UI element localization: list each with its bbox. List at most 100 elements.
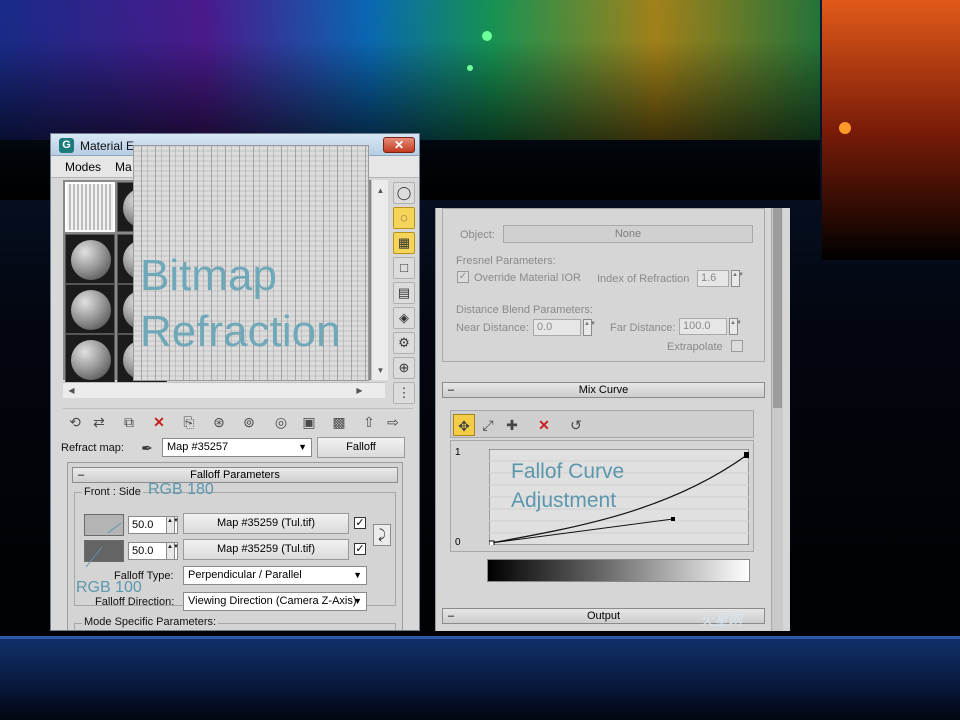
background-checker-icon[interactable]: ▦ (393, 232, 415, 254)
curve-point-end[interactable] (744, 452, 749, 458)
falloff-parameters-header[interactable]: – Falloff Parameters (72, 467, 398, 483)
output-title: Output (586, 610, 621, 622)
sample-uv-icon[interactable]: □ (393, 257, 415, 279)
delete-point-icon[interactable]: ✕ (533, 414, 555, 436)
collapse-icon: – (448, 610, 455, 622)
near-distance-label: Near Distance: (456, 322, 529, 334)
spinner-arrows-icon[interactable]: ▲▼ (166, 516, 179, 534)
falloff-settings-panel: Object: None Fresnel Parameters: ✓ Overr… (435, 208, 790, 631)
falloff-direction-label: Falloff Direction: (95, 596, 175, 608)
sample-slot[interactable] (65, 182, 115, 232)
close-button[interactable]: ✕ (383, 137, 415, 153)
side-color-swatch[interactable] (84, 540, 124, 562)
options-icon[interactable]: ⚙ (393, 332, 415, 354)
menu-material[interactable]: Ma (115, 160, 132, 174)
copy-icon[interactable]: ⎘ (179, 412, 199, 432)
curve-toolbar: ✥ ⤢ ✚ ✕ ↺ (450, 410, 754, 438)
site-watermark: 火星网 (700, 612, 742, 628)
chevron-down-icon: ▼ (353, 596, 362, 606)
curve-handle-point[interactable] (671, 517, 675, 521)
insert-point-icon[interactable]: ✚ (501, 414, 523, 436)
refract-map-label: Refract map: (61, 442, 124, 454)
scroll-left-arrow-icon[interactable]: ◀ (63, 382, 80, 399)
eyedropper-icon[interactable]: ✒ (137, 438, 157, 458)
delete-icon[interactable]: ✕ (149, 412, 169, 432)
select-by-material-icon[interactable]: ⊕ (393, 357, 415, 379)
front-map-button[interactable]: Map #35259 (Tul.tif) (183, 513, 349, 534)
side-map-checkbox[interactable]: ✓ (354, 543, 366, 555)
sample-type-icon[interactable]: ◯ (393, 182, 415, 204)
go-parent-icon[interactable]: ⇧ (359, 412, 379, 432)
mix-curve-header[interactable]: – Mix Curve (442, 382, 765, 398)
map-type-button[interactable]: Falloff (317, 437, 405, 458)
scroll-up-arrow-icon[interactable]: ▲ (372, 182, 389, 199)
scale-point-icon[interactable]: ⤢ (477, 414, 499, 436)
sample-slot[interactable] (65, 234, 115, 284)
unique-icon[interactable]: ⊛ (209, 412, 229, 432)
front-map-checkbox[interactable]: ✓ (354, 517, 366, 529)
put-to-scene-icon[interactable]: ⇄ (89, 412, 109, 432)
falloff-direction-dropdown[interactable]: Viewing Direction (Camera Z-Axis) ▼ (183, 592, 367, 611)
show-map-icon[interactable]: ▣ (299, 412, 319, 432)
material-id-icon[interactable]: ◎ (271, 412, 291, 432)
material-navigator-icon[interactable]: ⋮ (393, 382, 415, 404)
ior-spinner[interactable]: 1.6 (697, 270, 729, 287)
bitmap-preview: Bitmap Refraction (133, 145, 369, 381)
put-library-icon[interactable]: ⊚ (239, 412, 259, 432)
chevron-down-icon: ▼ (353, 570, 362, 580)
near-distance-spinner[interactable]: 0.0 (533, 319, 581, 336)
refract-map-row: Refract map: ✒ Map #35257 ▼ Falloff (51, 436, 419, 460)
sample-slot[interactable] (65, 334, 115, 384)
spinner-arrows-icon[interactable]: ▲▼ (729, 318, 742, 335)
panel-scrollbar[interactable] (771, 208, 783, 631)
window-title: Material E (80, 139, 135, 153)
falloff-parameters-rollout: – Falloff Parameters Front : Side 50.0 ▲… (67, 462, 403, 630)
video-color-check-icon[interactable]: ▤ (393, 282, 415, 304)
side-map-button[interactable]: Map #35259 (Tul.tif) (183, 539, 349, 560)
object-pick-button[interactable]: None (503, 225, 753, 243)
move-point-icon[interactable]: ✥ (453, 414, 475, 436)
show-end-result-icon[interactable]: ▩ (329, 412, 349, 432)
go-sibling-icon[interactable]: ⇨ (383, 412, 403, 432)
mode-specific-label: Mode Specific Parameters: (82, 616, 219, 628)
sample-slot[interactable] (65, 284, 115, 334)
falloff-type-dropdown[interactable]: Perpendicular / Parallel ▼ (183, 566, 367, 585)
side-toolbar: ◯ ◌ ▦ □ ▤ ◈ ⚙ ⊕ ⋮ (391, 182, 417, 404)
app-icon: G (59, 138, 74, 153)
scrollbar-thumb[interactable] (773, 208, 782, 408)
extrapolate-checkbox[interactable] (731, 340, 743, 352)
falloff-direction-value: Viewing Direction (Camera Z-Axis) (188, 595, 357, 607)
assign-icon[interactable]: ⧉ (119, 412, 139, 432)
pick-icon[interactable]: ⟲ (65, 412, 85, 432)
material-toolbar: ⟲ ⇄ ⧉ ✕ ⎘ ⊛ ⊚ ◎ ▣ ▩ ⇧ ⇨ (63, 408, 413, 434)
backlight-icon[interactable]: ◌ (393, 207, 415, 229)
falloff-gradient-preview (487, 559, 750, 582)
override-ior-label: Override Material IOR (474, 272, 581, 284)
make-preview-icon[interactable]: ◈ (393, 307, 415, 329)
annotation-rgb-100: RGB 100 (76, 579, 142, 596)
mix-curve-graph[interactable]: 1 0 Fallof Curve Adjustment (450, 440, 754, 552)
reset-curve-icon[interactable]: ↺ (565, 414, 587, 436)
spinner-arrows-icon[interactable]: ▲▼ (731, 270, 744, 287)
ior-label: Index of Refraction (597, 273, 690, 285)
far-distance-spinner[interactable]: 100.0 (679, 318, 727, 335)
distance-blend-label: Distance Blend Parameters: (456, 304, 593, 316)
collapse-icon: – (78, 469, 85, 481)
collapse-icon: – (448, 384, 455, 396)
falloff-type-value: Perpendicular / Parallel (188, 569, 302, 581)
curve-y-min-label: 0 (455, 537, 461, 548)
refract-map-dropdown[interactable]: Map #35257 ▼ (162, 438, 312, 457)
swap-colors-icon[interactable]: ⤸ (373, 524, 391, 546)
spinner-arrows-icon[interactable]: ▲▼ (166, 542, 179, 560)
refract-map-value: Map #35257 (167, 441, 229, 453)
sample-horizontal-scrollbar[interactable]: ◀ ▶ (63, 382, 385, 398)
scroll-down-arrow-icon[interactable]: ▼ (372, 362, 389, 379)
curve-annotation-line1: Fallof Curve (511, 460, 625, 483)
curve-point-start[interactable] (489, 540, 495, 545)
spinner-arrows-icon[interactable]: ▲▼ (583, 319, 596, 336)
scroll-right-arrow-icon[interactable]: ▶ (351, 382, 368, 399)
menu-modes[interactable]: Modes (65, 160, 101, 174)
front-color-swatch[interactable] (84, 514, 124, 536)
sample-vertical-scrollbar[interactable]: ▲ ▼ (371, 180, 388, 380)
override-ior-checkbox[interactable]: ✓ (457, 271, 469, 283)
